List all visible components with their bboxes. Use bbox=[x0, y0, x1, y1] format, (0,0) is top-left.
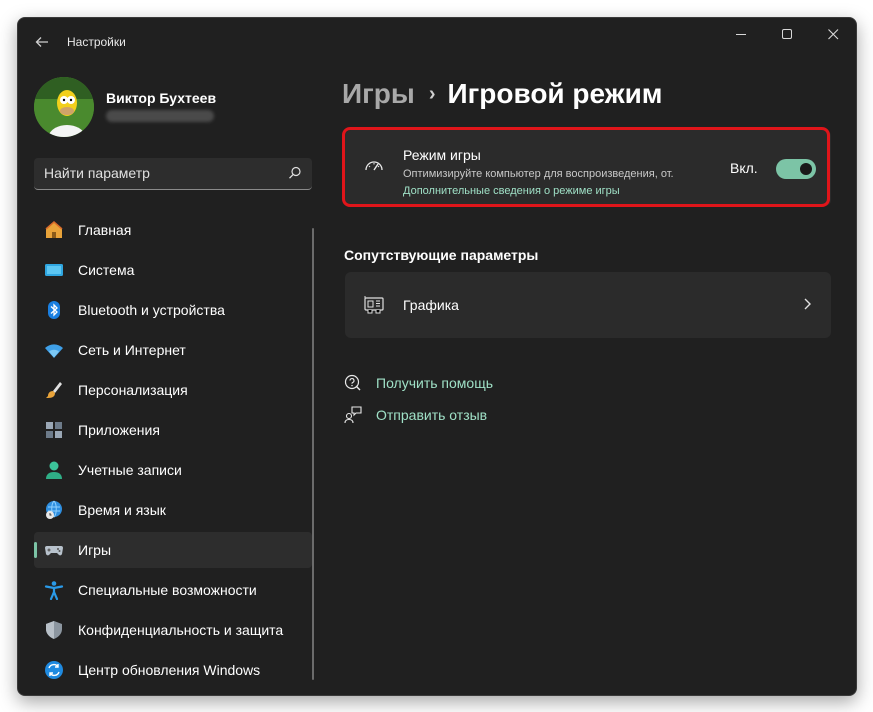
sidebar-item-label: Игры bbox=[78, 542, 112, 558]
sidebar-item-label: Центр обновления Windows bbox=[78, 662, 261, 678]
gauge-icon bbox=[365, 161, 383, 171]
graphics-label: Графика bbox=[403, 297, 459, 313]
bluetooth-icon bbox=[44, 300, 64, 320]
sidebar-item-label: Специальные возможности bbox=[78, 582, 257, 598]
title-bar: Настройки bbox=[18, 18, 856, 66]
shield-icon bbox=[44, 620, 64, 640]
help-icon bbox=[344, 374, 361, 391]
sidebar-item-privacy[interactable]: Конфиденциальность и защита bbox=[34, 612, 312, 648]
apps-icon bbox=[44, 420, 64, 440]
sidebar-item-label: Bluetooth и устройства bbox=[78, 302, 225, 318]
game-mode-toggle[interactable] bbox=[776, 159, 816, 179]
sidebar-nav: Главная Система Bluetooth и устройства С… bbox=[34, 212, 312, 692]
send-feedback-label: Отправить отзыв bbox=[376, 407, 488, 423]
sidebar-item-label: Учетные записи bbox=[78, 462, 182, 478]
maximize-icon bbox=[781, 28, 792, 39]
game-mode-learn-more-link[interactable]: Дополнительные сведения о режиме игры bbox=[403, 185, 620, 197]
breadcrumb-parent[interactable]: Игры bbox=[342, 78, 415, 109]
search-box bbox=[34, 158, 312, 190]
sidebar-item-system[interactable]: Система bbox=[34, 252, 312, 288]
page-title: Игровой режим bbox=[447, 78, 663, 109]
breadcrumb: Игры › Игровой режим bbox=[342, 78, 663, 110]
user-name: Виктор Бухтеев bbox=[106, 90, 217, 106]
sidebar-item-apps[interactable]: Приложения bbox=[34, 412, 312, 448]
toggle-state-label: Вкл. bbox=[730, 160, 758, 176]
sidebar-item-accessibility[interactable]: Специальные возможности bbox=[34, 572, 312, 608]
game-mode-title: Режим игры bbox=[403, 147, 481, 163]
sidebar-item-bluetooth[interactable]: Bluetooth и устройства bbox=[34, 292, 312, 328]
accessibility-icon bbox=[44, 580, 64, 600]
game-mode-description: Оптимизируйте компьютер для воспроизведе… bbox=[403, 168, 673, 180]
wifi-icon bbox=[44, 340, 64, 360]
app-title: Настройки bbox=[67, 35, 126, 49]
user-email-redacted bbox=[106, 110, 214, 122]
brush-icon bbox=[44, 380, 64, 400]
game-mode-card: Режим игры Оптимизируйте компьютер для в… bbox=[345, 130, 831, 206]
avatar-image bbox=[34, 77, 94, 137]
home-icon bbox=[44, 220, 64, 240]
close-button[interactable] bbox=[810, 18, 856, 50]
sidebar-item-label: Главная bbox=[78, 222, 132, 238]
sidebar-item-label: Приложения bbox=[78, 422, 160, 438]
send-feedback-link[interactable]: Отправить отзыв bbox=[344, 404, 487, 426]
sidebar-item-personalization[interactable]: Персонализация bbox=[34, 372, 312, 408]
sidebar-item-time-language[interactable]: Время и язык bbox=[34, 492, 312, 528]
close-icon bbox=[827, 28, 838, 39]
globe-clock-icon bbox=[44, 500, 64, 520]
sidebar-item-gaming[interactable]: Игры bbox=[34, 532, 312, 568]
sidebar-item-accounts[interactable]: Учетные записи bbox=[34, 452, 312, 488]
related-settings-title: Сопутствующие параметры bbox=[344, 247, 539, 263]
arrow-left-icon bbox=[35, 37, 48, 47]
sidebar-scrollbar[interactable] bbox=[312, 228, 314, 680]
sidebar-item-label: Сеть и Интернет bbox=[78, 342, 186, 358]
minimize-icon bbox=[735, 33, 746, 35]
chevron-right-icon bbox=[804, 298, 811, 310]
maximize-button[interactable] bbox=[764, 18, 810, 50]
sidebar-item-label: Время и язык bbox=[78, 502, 166, 518]
sidebar-item-windows-update[interactable]: Центр обновления Windows bbox=[34, 652, 312, 688]
breadcrumb-separator: › bbox=[428, 83, 436, 105]
get-help-link[interactable]: Получить помощь bbox=[344, 372, 493, 394]
feedback-icon bbox=[344, 406, 362, 424]
settings-window: Настройки Виктор Бухтеев Найти параметр … bbox=[17, 17, 857, 696]
graphics-card-icon bbox=[364, 296, 384, 314]
sidebar-item-label: Персонализация bbox=[78, 382, 188, 398]
search-input[interactable] bbox=[44, 158, 274, 188]
sidebar-item-network[interactable]: Сеть и Интернет bbox=[34, 332, 312, 368]
monitor-icon bbox=[44, 260, 64, 280]
get-help-label: Получить помощь bbox=[376, 375, 494, 391]
update-icon bbox=[44, 660, 64, 680]
person-icon bbox=[44, 460, 64, 480]
toggle-knob bbox=[800, 163, 812, 175]
sidebar-item-home[interactable]: Главная bbox=[34, 212, 312, 248]
graphics-settings-row[interactable]: Графика bbox=[345, 272, 831, 338]
minimize-button[interactable] bbox=[718, 18, 764, 50]
sidebar-item-label: Конфиденциальность и защита bbox=[78, 622, 284, 638]
gamepad-icon bbox=[44, 540, 64, 560]
avatar[interactable] bbox=[34, 77, 94, 137]
sidebar-item-label: Система bbox=[78, 262, 135, 278]
back-button[interactable] bbox=[30, 30, 54, 54]
search-icon[interactable] bbox=[288, 166, 302, 180]
